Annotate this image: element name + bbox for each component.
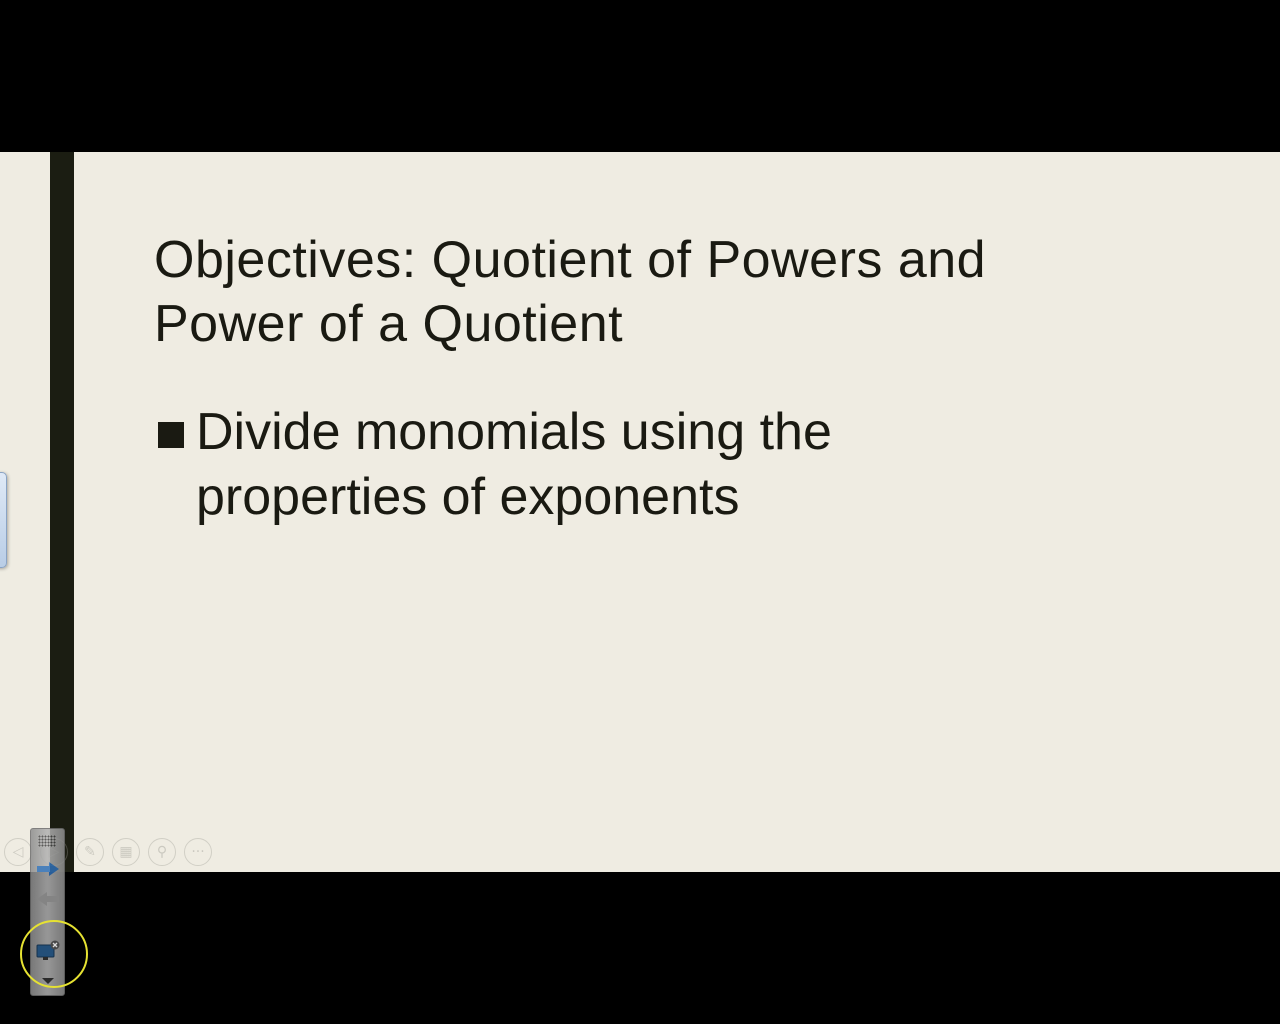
presentation-screen: Objectives: Quotient of Powers and Power… — [0, 0, 1280, 1024]
screen-share-button[interactable] — [34, 939, 61, 963]
list-item: Divide monomials using the properties of… — [154, 400, 1054, 530]
expand-button[interactable] — [34, 969, 61, 993]
bullet-text: Divide monomials using the properties of… — [196, 403, 832, 526]
arrow-right-icon — [36, 862, 59, 876]
next-button[interactable] — [34, 857, 61, 881]
slides-grid-icon[interactable]: ▦ — [112, 838, 140, 866]
previous-button[interactable] — [34, 887, 61, 911]
chevron-left-icon[interactable]: ◁ — [4, 838, 32, 866]
slide-accent-bar — [50, 152, 74, 872]
magnifier-icon[interactable]: ⚲ — [148, 838, 176, 866]
grip-icon[interactable] — [38, 835, 56, 847]
bullet-list: Divide monomials using the properties of… — [154, 400, 1054, 530]
slide-title: Objectives: Quotient of Powers and Power… — [154, 231, 987, 353]
side-panel-tab[interactable] — [0, 472, 7, 568]
more-icon[interactable]: ··· — [184, 838, 212, 866]
remote-toolbar — [30, 828, 65, 996]
chevron-down-icon — [41, 978, 54, 984]
square-bullet-icon — [158, 422, 184, 448]
slide[interactable]: Objectives: Quotient of Powers and Power… — [0, 152, 1280, 872]
monitor-close-icon — [36, 940, 59, 960]
pen-icon[interactable]: ✎ — [76, 838, 104, 866]
arrow-left-icon — [36, 892, 59, 906]
